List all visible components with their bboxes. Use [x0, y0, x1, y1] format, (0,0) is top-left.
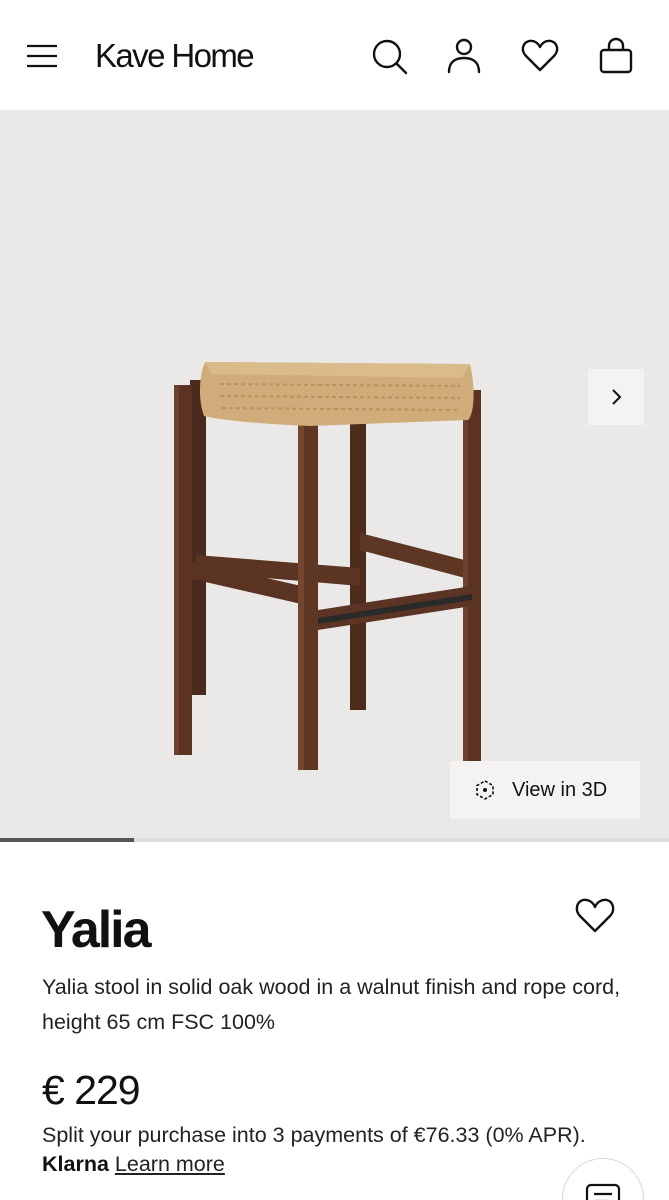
wishlist-icon[interactable] — [520, 36, 560, 76]
chat-icon — [585, 1183, 621, 1200]
view-in-3d-button[interactable]: View in 3D — [450, 761, 640, 819]
account-icon[interactable] — [444, 36, 484, 76]
learn-more-link[interactable]: Learn more — [115, 1152, 225, 1176]
klarna-financing-text: Split your purchase into 3 payments of €… — [42, 1121, 632, 1179]
heart-icon — [575, 898, 615, 933]
add-to-wishlist-button[interactable] — [574, 896, 616, 936]
klarna-logo: Klarna — [42, 1152, 109, 1176]
3d-cube-icon — [476, 780, 494, 800]
product-price: € 229 — [42, 1067, 141, 1113]
brand-logo[interactable]: Kave Home — [95, 36, 255, 76]
next-image-button[interactable] — [588, 369, 644, 425]
klarna-installment-text: Split your purchase into 3 payments of €… — [42, 1123, 586, 1147]
product-description: Yalia stool in solid oak wood in a walnu… — [42, 975, 621, 1034]
cart-icon[interactable] — [596, 36, 636, 76]
view-in-3d-label: View in 3D — [512, 778, 608, 801]
menu-icon[interactable] — [26, 42, 58, 70]
gallery-progress-fill — [0, 838, 134, 842]
product-image — [174, 362, 481, 770]
product-image-gallery[interactable]: View in 3D — [0, 110, 669, 838]
chevron-right-icon — [612, 389, 622, 405]
search-icon[interactable] — [369, 36, 409, 76]
site-header: Kave Home — [0, 0, 669, 110]
product-title: Yalia — [41, 901, 152, 959]
gallery-progress-bar — [0, 838, 669, 842]
